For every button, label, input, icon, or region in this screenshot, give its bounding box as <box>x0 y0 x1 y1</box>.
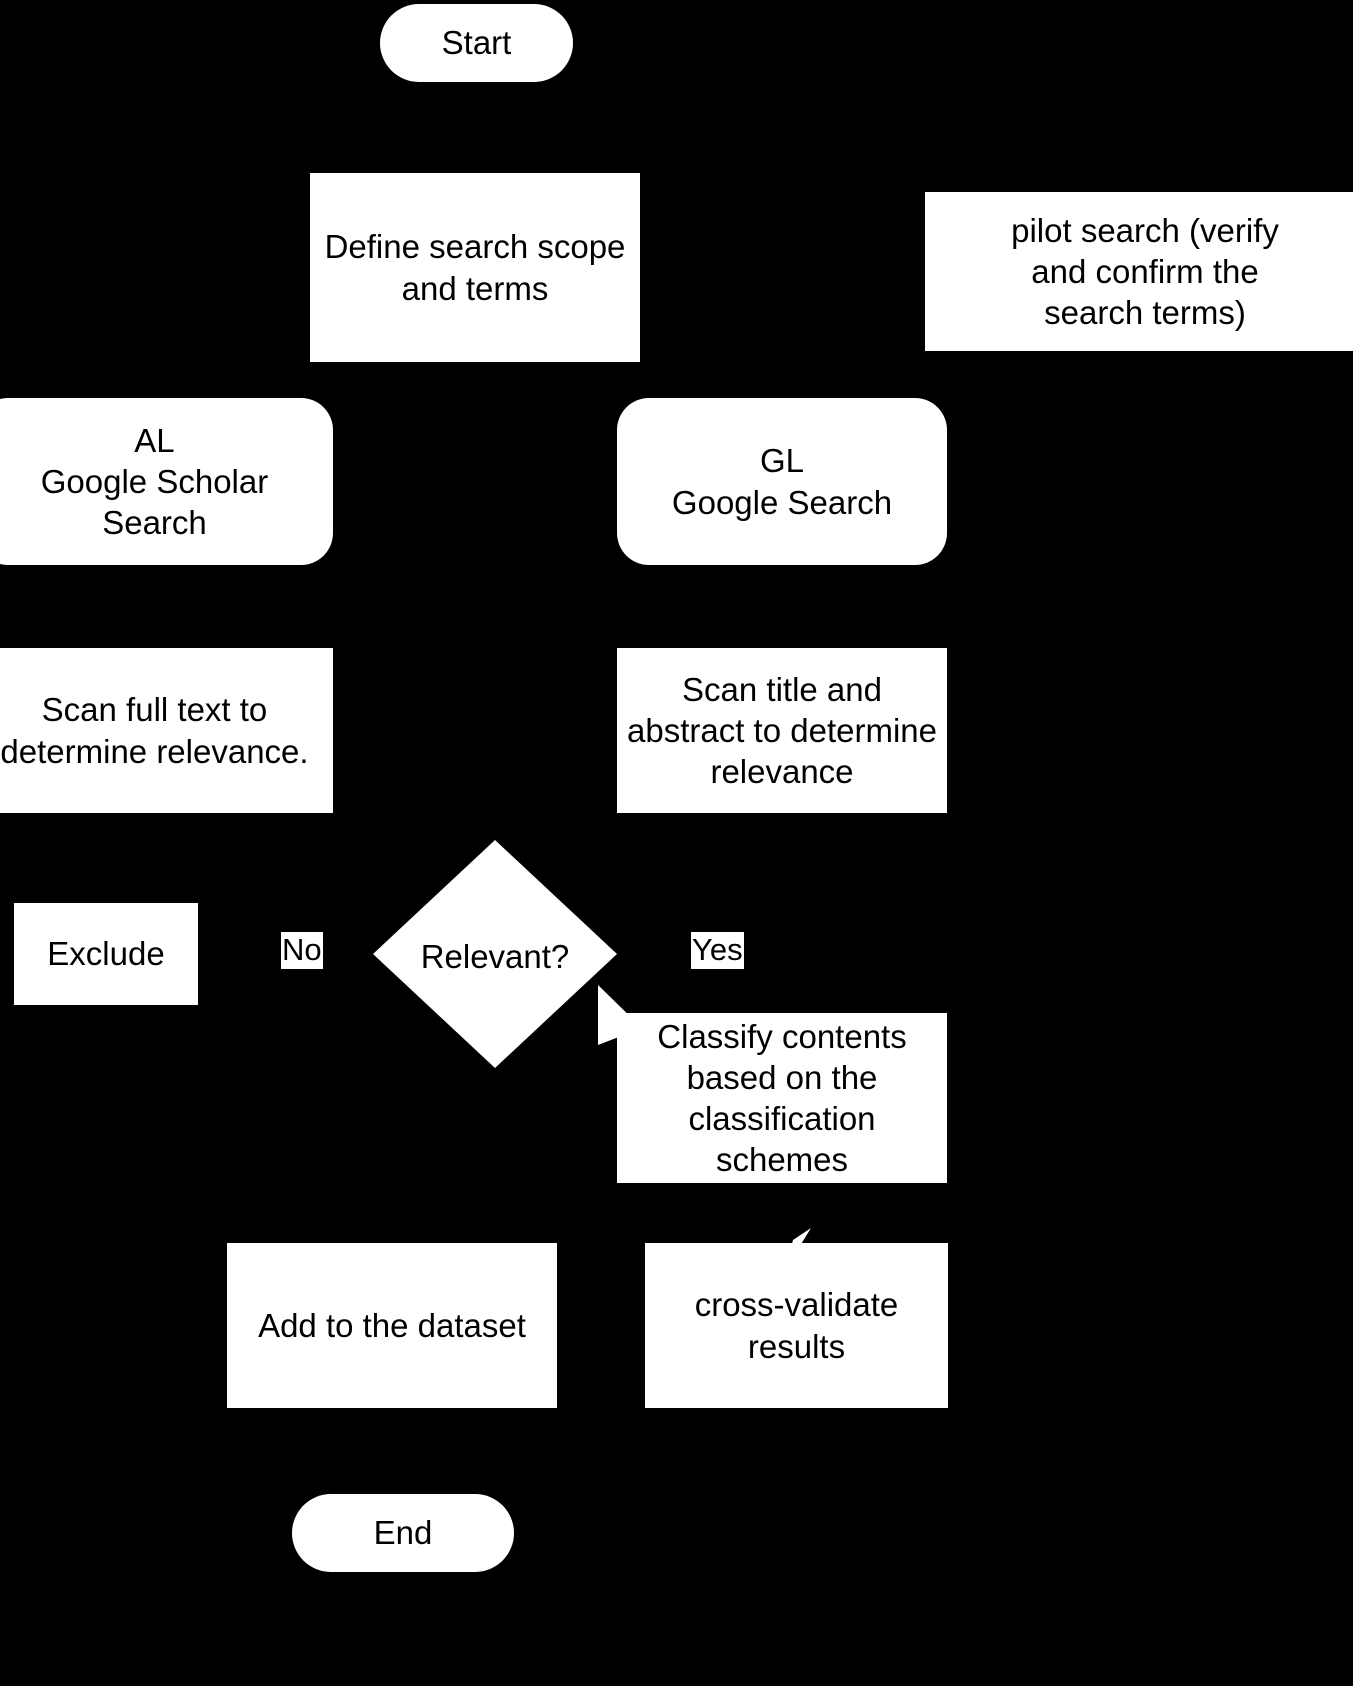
node-pilot-search[interactable]: pilot search (verify and confirm the sea… <box>925 192 1353 351</box>
node-scan-title-abstract[interactable]: Scan title and abstract to determine rel… <box>617 648 947 813</box>
node-gl-google-search[interactable]: GL Google Search <box>617 398 947 565</box>
edge-label-no: No <box>281 932 323 969</box>
node-relevant-decision-label: Relevant? <box>420 938 570 975</box>
node-exclude[interactable]: Exclude <box>14 903 198 1005</box>
flowchart-canvas: Start Define search scope and terms pilo… <box>0 0 1353 1686</box>
node-start[interactable]: Start <box>380 4 573 82</box>
node-classify-contents[interactable]: Classify contents based on the classific… <box>617 1013 947 1183</box>
node-end[interactable]: End <box>292 1494 514 1572</box>
edge-label-yes: Yes <box>691 932 744 969</box>
node-scan-full-text[interactable]: Scan full text to determine relevance. <box>0 648 333 813</box>
node-al-google-scholar-search[interactable]: AL Google Scholar Search <box>0 398 333 565</box>
node-cross-validate-results[interactable]: cross-validate results <box>645 1243 948 1408</box>
node-define-search-scope[interactable]: Define search scope and terms <box>310 173 640 362</box>
node-relevant-decision[interactable]: Relevant? <box>373 840 617 1068</box>
node-add-to-dataset[interactable]: Add to the dataset <box>227 1243 557 1408</box>
